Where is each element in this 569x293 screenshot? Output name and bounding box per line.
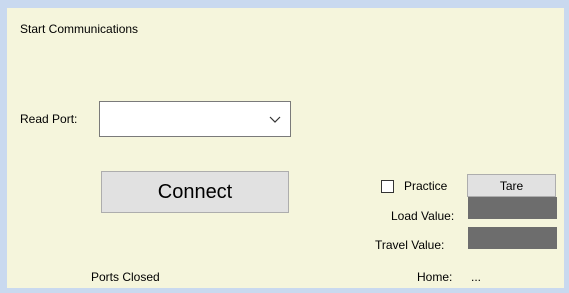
travel-value-label: Travel Value: [375,238,445,252]
home-label: Home: [417,270,453,284]
practice-checkbox[interactable] [381,180,394,193]
read-port-dropdown[interactable] [99,101,291,137]
home-value: ... [471,270,482,284]
communications-panel: Start Communications Read Port: Connect … [7,8,564,288]
read-port-label: Read Port: [20,112,78,126]
practice-label[interactable]: Practice [404,179,447,193]
connect-button[interactable]: Connect [101,171,289,213]
ports-status-text: Ports Closed [91,270,160,284]
chevron-down-icon [269,116,281,123]
group-title: Start Communications [20,22,139,36]
load-value-label: Load Value: [391,209,455,223]
tare-button[interactable]: Tare [467,174,556,197]
load-value-field [468,197,557,219]
travel-value-field [468,227,557,249]
